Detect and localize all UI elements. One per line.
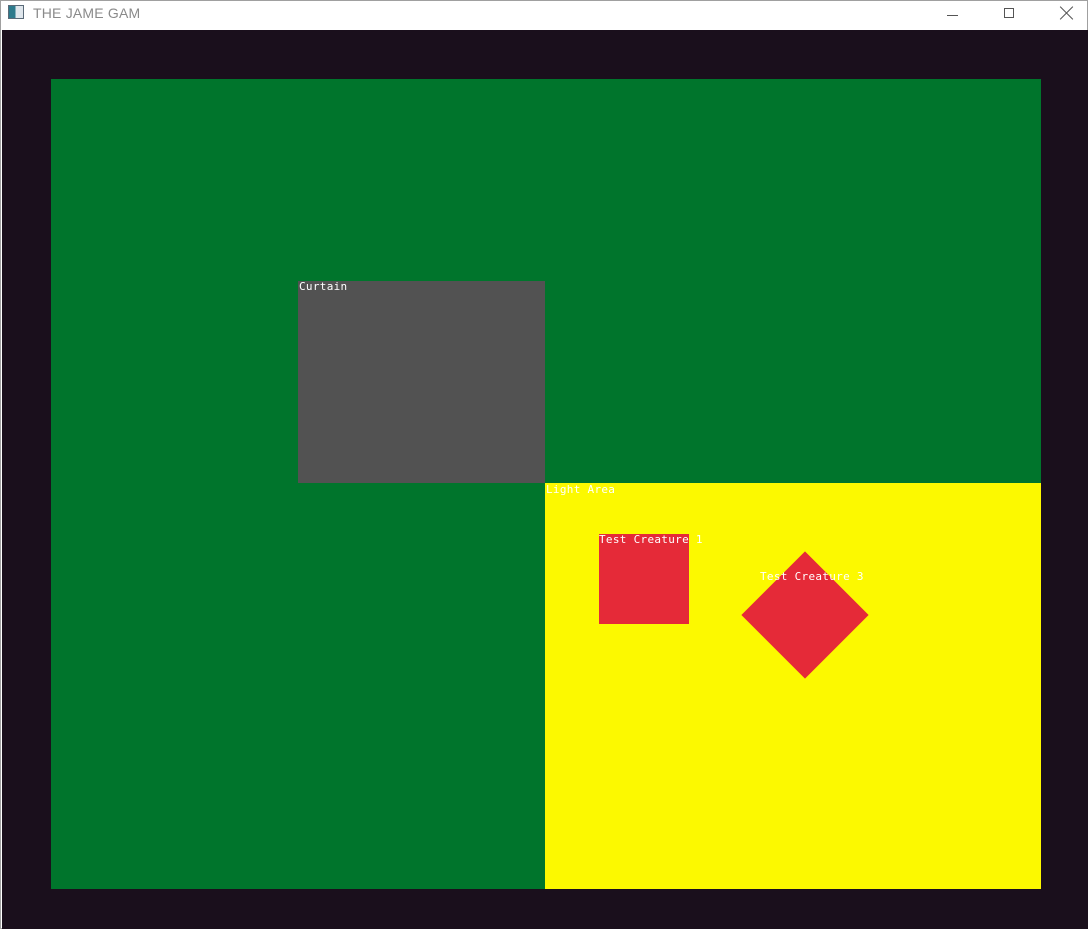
maximize-icon (1004, 7, 1014, 18)
window-title: THE JAME GAM (33, 5, 141, 21)
light-area-label: Light Area (546, 483, 616, 496)
curtain-label: Curtain (299, 280, 348, 293)
game-playfield[interactable]: Curtain Light Area Test Creature 1 Test … (51, 79, 1041, 889)
game-viewport[interactable]: Curtain Light Area Test Creature 1 Test … (2, 30, 1088, 929)
test-creature-3-label: Test Creature 3 (760, 570, 864, 583)
test-creature-1 (599, 534, 689, 624)
minimize-button[interactable] (929, 1, 975, 30)
title-bar[interactable]: THE JAME GAM (1, 1, 1087, 30)
game-window: THE JAME GAM Curtain Light Area Test Cre… (0, 0, 1088, 929)
maximize-button[interactable] (986, 1, 1032, 30)
test-creature-1-label: Test Creature 1 (599, 533, 703, 546)
curtain-object (298, 281, 545, 483)
close-button[interactable] (1044, 1, 1088, 30)
close-icon (1060, 6, 1074, 20)
app-icon (8, 5, 24, 19)
minimize-icon (946, 15, 958, 16)
